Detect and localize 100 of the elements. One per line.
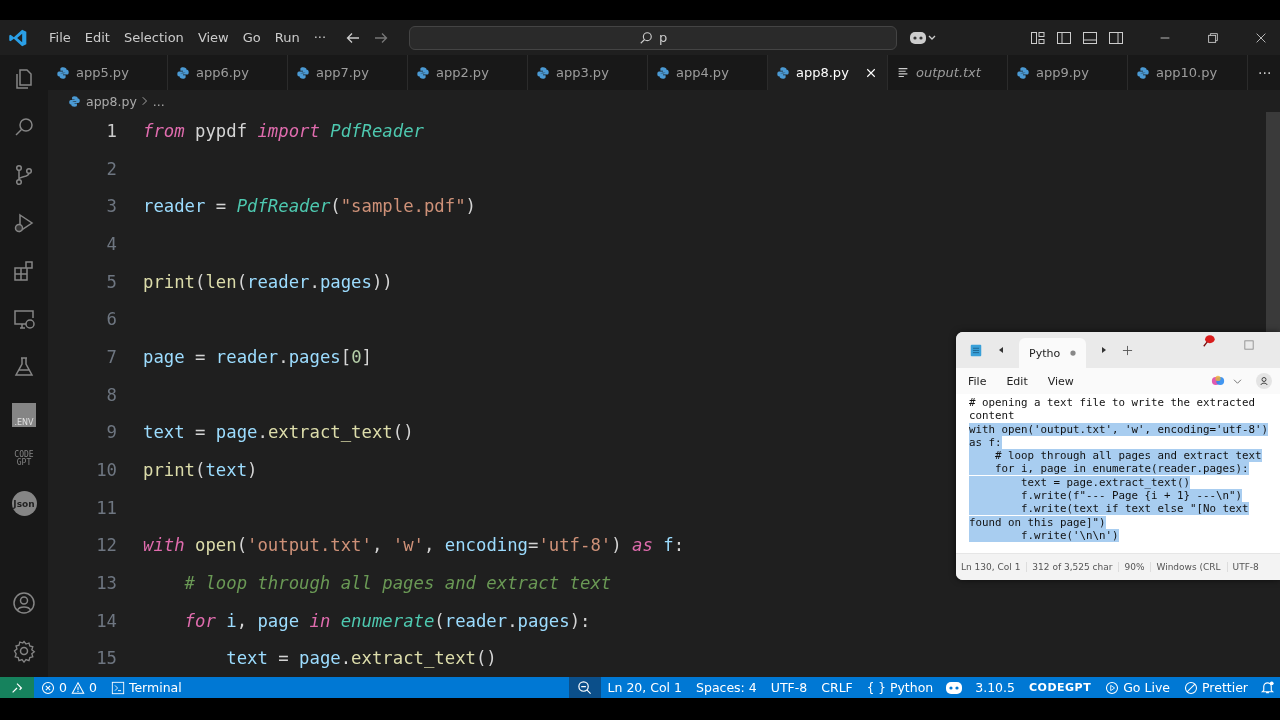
scroll-left-icon[interactable] xyxy=(997,346,1005,354)
code-line: reader = PdfReader("sample.pdf") xyxy=(143,196,476,217)
python-file-icon xyxy=(1016,65,1030,80)
terminal-icon xyxy=(110,680,125,695)
zoom-button[interactable] xyxy=(568,677,601,698)
pin-icon xyxy=(1202,334,1216,348)
app-logo-icon xyxy=(8,27,28,48)
python-file-icon xyxy=(68,94,81,108)
menu-item[interactable]: View xyxy=(190,30,236,45)
settings-icon[interactable] xyxy=(12,639,36,663)
line-number: 5 xyxy=(105,271,117,292)
line-number: 4 xyxy=(105,233,117,254)
secondary-sidebar-icon[interactable] xyxy=(1108,29,1124,46)
status-item: 312 of 3,525 char xyxy=(1027,562,1120,572)
status-item: 90% xyxy=(1119,562,1152,572)
editor-tab[interactable]: app5.py xyxy=(48,55,168,90)
code-line: with open('output.txt', 'w', encoding='utf-8') as f: xyxy=(143,535,685,556)
language-mode[interactable]: { } Python xyxy=(859,680,941,695)
breadcrumb-item[interactable]: app8.py xyxy=(86,93,137,109)
bell-icon[interactable] xyxy=(1260,680,1275,695)
menu-item[interactable]: File xyxy=(968,374,999,388)
editor-tab[interactable]: app3.py xyxy=(528,55,648,90)
python-version[interactable]: 3.10.5 xyxy=(968,680,1022,695)
scrollbar[interactable] xyxy=(1266,112,1280,332)
encoding-setting[interactable]: UTF-8 xyxy=(763,680,815,695)
python-file-icon xyxy=(656,65,670,80)
flask-icon[interactable] xyxy=(12,355,36,379)
editor-tab[interactable]: app7.py xyxy=(288,55,408,90)
error-icon xyxy=(41,680,55,695)
copilot-icon[interactable] xyxy=(909,29,938,46)
menu-item[interactable]: Go xyxy=(235,30,268,45)
breadcrumb-item[interactable]: ... xyxy=(152,93,165,109)
code-line: print(len(reader.pages)) xyxy=(143,271,393,292)
editor-tab[interactable]: app8.py xyxy=(768,55,888,90)
run-debug-icon[interactable] xyxy=(12,211,36,235)
remote-button[interactable] xyxy=(0,677,34,698)
editor-tab[interactable]: app10.py xyxy=(1128,55,1248,90)
notepad-tab[interactable]: Pytho xyxy=(1019,338,1087,368)
extensions-icon[interactable] xyxy=(12,259,36,283)
menu-item[interactable]: Run xyxy=(267,30,307,45)
line-number: 14 xyxy=(95,610,117,631)
layout-icon[interactable] xyxy=(1030,29,1046,46)
codegpt-button[interactable]: CODEGPT xyxy=(1022,681,1099,694)
code-line: from pypdf import PdfReader xyxy=(143,120,424,141)
editor-tab[interactable]: app6.py xyxy=(168,55,288,90)
line-number: 1 xyxy=(105,120,117,141)
menu-item[interactable]: ··· xyxy=(306,30,334,45)
prettier-button[interactable]: Prettier xyxy=(1177,680,1255,695)
codegpt-button[interactable]: CODE GPT xyxy=(11,451,37,467)
editor-tab[interactable]: app2.py xyxy=(408,55,528,90)
editor-tab[interactable]: app9.py xyxy=(1008,55,1128,90)
menu-item[interactable]: Edit xyxy=(77,30,117,45)
python-file-icon xyxy=(56,65,70,80)
code-line: print(text) xyxy=(143,460,258,481)
menu-item[interactable]: View xyxy=(1047,374,1086,388)
line-number: 12 xyxy=(95,535,117,556)
python-file-icon xyxy=(296,65,310,80)
python-file-icon xyxy=(776,65,790,80)
play-circle-icon xyxy=(1105,680,1120,695)
more-tabs-button[interactable]: ··· xyxy=(1248,55,1280,90)
problems-indicator[interactable]: 0 0 xyxy=(34,680,104,695)
status-item: Windows (CRL xyxy=(1151,562,1228,572)
line-number: 15 xyxy=(95,648,117,669)
json-extension-button[interactable]: Json xyxy=(11,491,37,516)
copilot-icon[interactable] xyxy=(945,679,964,696)
line-ending-setting[interactable]: CRLF xyxy=(814,680,860,695)
warning-icon xyxy=(70,680,85,695)
cursor-position[interactable]: Ln 20, Col 1 xyxy=(600,680,689,695)
panel-toggle-icon[interactable] xyxy=(1082,29,1098,46)
text-line: # opening a text file to write the extracted xyxy=(969,396,1255,409)
remote-explorer-icon[interactable] xyxy=(12,307,36,331)
menu-item[interactable]: Selection xyxy=(116,30,191,45)
go-live-button[interactable]: Go Live xyxy=(1098,680,1177,695)
text-line: content xyxy=(969,409,1015,423)
notepad-icon xyxy=(969,342,983,358)
sidebar-toggle-icon[interactable] xyxy=(1056,29,1072,46)
indentation-setting[interactable]: Spaces: 4 xyxy=(689,680,764,695)
chevron-down-icon[interactable] xyxy=(1233,377,1242,385)
menu-item[interactable]: File xyxy=(42,30,78,45)
remote-icon xyxy=(10,680,24,695)
account-icon[interactable] xyxy=(12,591,36,615)
line-number: 11 xyxy=(95,497,117,518)
line-number: 7 xyxy=(105,346,117,367)
menu-item[interactable]: Edit xyxy=(1006,374,1040,388)
python-file-icon xyxy=(536,65,550,80)
search-field[interactable]: p xyxy=(409,25,898,50)
code-line: # loop through all pages and extract text xyxy=(183,573,612,594)
editor-tab[interactable]: output.txt xyxy=(888,55,1008,90)
line-number: 3 xyxy=(105,196,117,217)
account-icon[interactable] xyxy=(1256,373,1272,389)
restore-icon[interactable] xyxy=(1206,30,1220,45)
code-line: text = page.extract_text() xyxy=(143,422,414,443)
python-file-icon xyxy=(176,65,190,80)
code-line: for i, page in enumerate(reader.pages): xyxy=(183,610,591,631)
close-tab-icon[interactable] xyxy=(865,66,877,79)
new-tab-icon[interactable] xyxy=(1122,344,1134,356)
line-number: 9 xyxy=(105,422,117,443)
terminal-button[interactable]: Terminal xyxy=(103,680,189,695)
search-icon xyxy=(638,30,653,45)
line-number: 2 xyxy=(105,158,117,179)
